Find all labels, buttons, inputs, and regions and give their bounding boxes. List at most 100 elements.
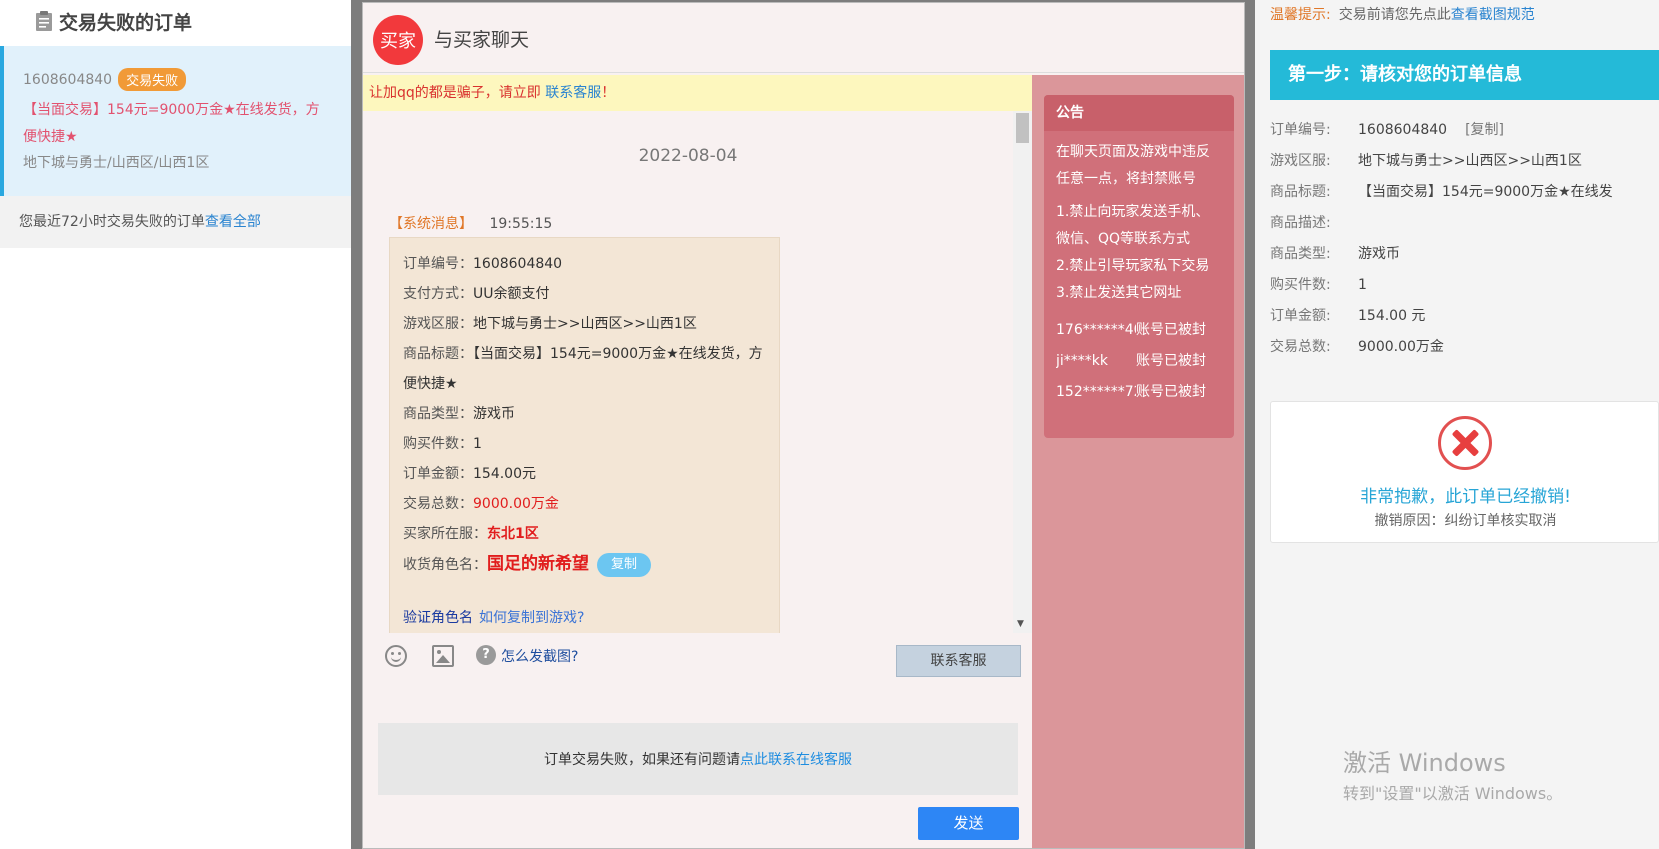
tip-label: 温馨提示: <box>1270 7 1331 23</box>
info-amount-row: 订单金额: 154.00 元 <box>1270 301 1659 332</box>
banned-item: 152******72 账号已被封 <box>1056 377 1222 408</box>
order-info: 订单编号: 1608604840 [复制] 游戏区服: 地下城与勇士>>山西区>>山西… <box>1270 115 1659 363</box>
banned-status: 账号已被封 <box>1136 384 1206 400</box>
msg-role-name: 国足的新希望 <box>487 554 589 574</box>
info-qty: 1 <box>1358 277 1367 293</box>
notice-line: 1.禁止向玩家发送手机、微信、QQ等联系方式 <box>1056 204 1210 247</box>
notice-column: 公告 在聊天页面及游戏中违反任意一点，将封禁账号 1.禁止向玩家发送手机、微信、… <box>1032 75 1244 848</box>
info-server-row: 游戏区服: 地下城与勇士>>山西区>>山西1区 <box>1270 146 1659 177</box>
help-icon[interactable]: ? <box>476 645 496 665</box>
msg-role-row: 收货角色名：国足的新希望 复制 <box>403 549 766 579</box>
order-number: 1608604840 <box>23 71 113 88</box>
screenshot-rules-link[interactable]: 查看截图规范 <box>1451 7 1535 23</box>
msg-qty: 1 <box>473 436 482 452</box>
warning-contact-link[interactable]: 联系客服 <box>545 85 601 101</box>
copy-order-button[interactable]: [复制] <box>1465 122 1504 138</box>
failed-order-card[interactable]: 1608604840 交易失败 【当面交易】154元=9000万金★在线发货，方… <box>0 46 351 196</box>
screenshot-help-link[interactable]: 怎么发截图? <box>501 646 578 666</box>
info-desc-row: 商品描述: <box>1270 208 1659 239</box>
info-label: 购买件数: <box>1270 277 1331 293</box>
info-label: 交易总数: <box>1270 339 1331 355</box>
buyer-avatar: 买家 <box>373 15 423 65</box>
msg-type: 游戏币 <box>473 406 515 422</box>
info-total: 9000.00万金 <box>1358 339 1444 355</box>
msg-type-label: 商品类型： <box>403 406 473 422</box>
msg-role-label: 收货角色名： <box>403 557 487 573</box>
notice-title: 公告 <box>1044 95 1234 131</box>
info-label: 订单金额: <box>1270 308 1331 324</box>
notice-line: 3.禁止发送其它网址 <box>1056 285 1182 301</box>
view-all-link[interactable]: 查看全部 <box>205 214 261 230</box>
notice-line: 2.禁止引导玩家私下交易 <box>1056 258 1210 274</box>
how-copy-link[interactable]: 如何复制到游戏? <box>479 610 584 626</box>
msg-pay-label: 支付方式： <box>403 286 473 302</box>
banned-account: 176******40 <box>1056 322 1136 338</box>
info-order-no-row: 订单编号: 1608604840 [复制] <box>1270 115 1659 146</box>
online-service-link[interactable]: 点此联系在线客服 <box>740 749 852 769</box>
notice-panel: 公告 在聊天页面及游戏中违反任意一点，将封禁账号 1.禁止向玩家发送手机、微信、… <box>1044 95 1234 438</box>
clipboard-icon <box>36 11 52 31</box>
banned-item: ji****kk 账号已被封 <box>1056 346 1222 377</box>
info-goods-row: 商品标题: 【当面交易】154元=9000万金★在线发 <box>1270 177 1659 208</box>
info-goods: 【当面交易】154元=9000万金★在线发 <box>1358 184 1613 200</box>
right-panel: 温馨提示: 交易前请您先点此查看截图规范 第一步：请核对您的订单信息 订单编号: 1… <box>1255 0 1659 849</box>
msg-total-row: 交易总数：9000.00万金 <box>403 489 766 519</box>
info-type-row: 商品类型: 游戏币 <box>1270 239 1659 270</box>
msg-buyer-server-label: 买家所在服： <box>403 526 487 542</box>
copy-role-button[interactable]: 复制 <box>597 553 652 577</box>
message-scrollbar[interactable]: ▼ <box>1013 111 1032 633</box>
status-badge: 交易失败 <box>118 68 187 91</box>
msg-server: 地下城与勇士>>山西区>>山西1区 <box>473 316 697 332</box>
error-x-icon <box>1438 416 1492 470</box>
system-message-label: 【系统消息】 <box>389 216 473 232</box>
msg-goods-label: 商品标题： <box>403 346 473 362</box>
msg-total: 9000.00万金 <box>473 496 559 512</box>
banned-status: 账号已被封 <box>1136 322 1206 338</box>
recent-orders-bar: 您最近72小时交易失败的订单查看全部 <box>0 196 351 248</box>
tip-text: 交易前请您先点此 <box>1338 7 1451 23</box>
image-upload-icon[interactable] <box>432 645 454 667</box>
msg-buyer-server: 东北1区 <box>487 526 539 542</box>
msg-order-no: 1608604840 <box>473 256 563 272</box>
send-button[interactable]: 发送 <box>918 807 1019 840</box>
info-label: 游戏区服: <box>1270 153 1331 169</box>
info-label: 订单编号: <box>1270 122 1331 138</box>
left-title-row: 交易失败的订单 <box>35 6 192 36</box>
info-label: 商品类型: <box>1270 246 1331 262</box>
message-list[interactable]: 2022-08-04 【系统消息】 19:55:15 订单编号：16086048… <box>363 111 1013 633</box>
scrollbar-thumb[interactable] <box>1016 113 1029 143</box>
msg-type-row: 商品类型：游戏币 <box>403 399 766 429</box>
msg-goods-row: 商品标题：【当面交易】154元=9000万金★在线发货，方便快捷★ <box>403 339 766 399</box>
chat-toolbar: ? 怎么发截图? 联系客服 <box>363 639 1032 685</box>
chat-window: 买家 与买家聊天 让加qq的都是骗子，请立即 联系客服！ 2022-08-04 … <box>362 2 1245 849</box>
left-panel: 交易失败的订单 1608604840 交易失败 【当面交易】154元=9000万… <box>0 0 351 849</box>
windows-activation-watermark: 激活 Windows 转到"设置"以激活 Windows。 <box>1343 743 1562 804</box>
message-input-area[interactable]: 订单交易失败，如果还有问题请 点此联系在线客服 <box>378 723 1018 795</box>
scam-warning-bar: 让加qq的都是骗子，请立即 联系客服！ <box>363 75 1032 111</box>
banned-status: 账号已被封 <box>1136 353 1206 369</box>
info-label: 商品描述: <box>1270 215 1331 231</box>
chat-header: 买家 与买家聊天 <box>363 3 1244 73</box>
chat-title: 与买家聊天 <box>434 29 530 51</box>
warning-text: 让加qq的都是骗子，请立即 <box>369 85 541 101</box>
order-cancelled-box: 非常抱歉，此订单已经撤销! 撤销原因：纠纷订单核实取消 <box>1270 401 1659 543</box>
emoji-icon[interactable] <box>385 645 407 667</box>
contact-service-button[interactable]: 联系客服 <box>896 645 1021 677</box>
msg-server-row: 游戏区服：地下城与勇士>>山西区>>山西1区 <box>403 309 766 339</box>
scroll-down-arrow-icon[interactable]: ▼ <box>1017 619 1024 629</box>
system-message-header: 【系统消息】 19:55:15 <box>389 213 552 233</box>
message-date: 2022-08-04 <box>638 146 738 166</box>
info-total-row: 交易总数: 9000.00万金 <box>1270 332 1659 363</box>
info-amount: 154.00 元 <box>1358 308 1426 324</box>
system-message-time: 19:55:15 <box>489 216 553 232</box>
info-type: 游戏币 <box>1358 246 1400 262</box>
msg-amount: 154.00元 <box>473 466 536 482</box>
verify-role-label: 验证角色名 <box>403 610 473 626</box>
step-title: 第一步：请核对您的订单信息 <box>1270 50 1659 100</box>
banned-item: 176******40 账号已被封 <box>1056 315 1222 346</box>
msg-qty-label: 购买件数： <box>403 436 473 452</box>
msg-order-no-row: 订单编号：1608604840 <box>403 249 766 279</box>
msg-qty-row: 购买件数：1 <box>403 429 766 459</box>
banned-account: 152******72 <box>1056 384 1136 400</box>
input-notice-text: 订单交易失败，如果还有问题请 <box>544 752 740 768</box>
